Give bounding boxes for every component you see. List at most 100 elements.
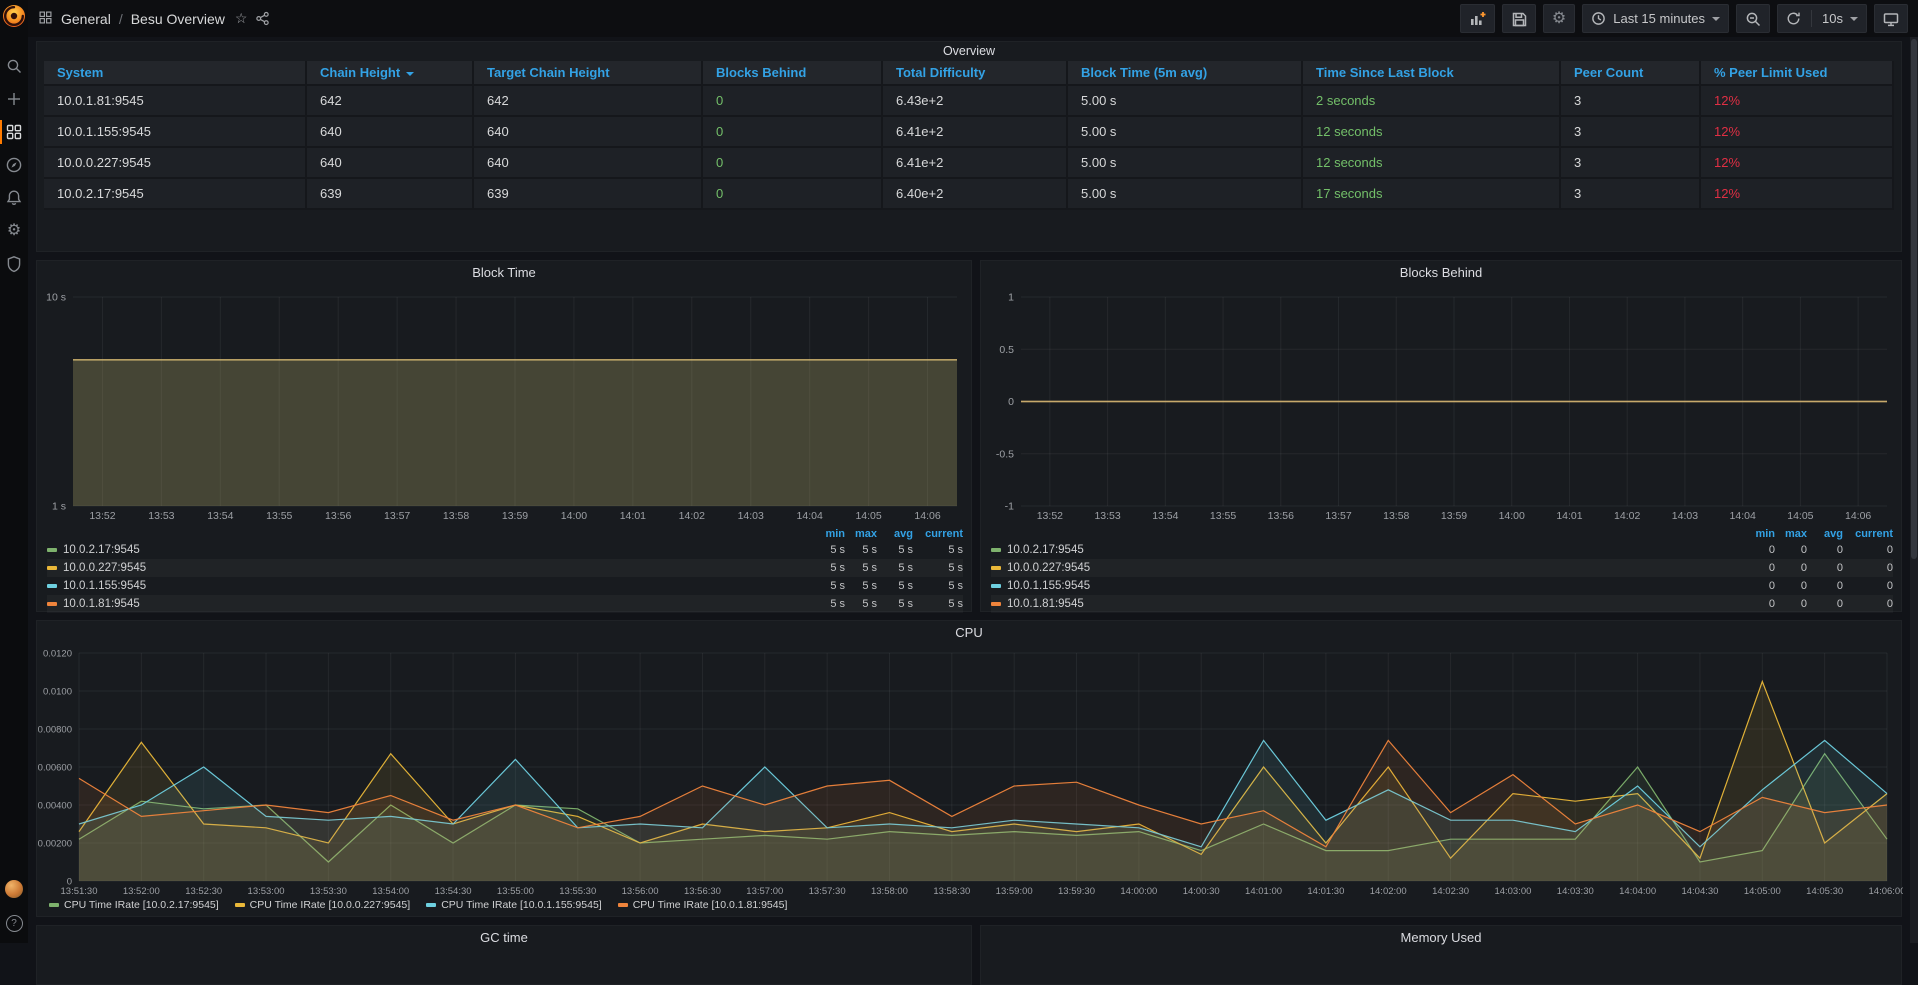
svg-text:13:53: 13:53 [1094, 510, 1120, 522]
column-header[interactable]: System [44, 61, 307, 86]
table-cell: 6.41e+2 [883, 117, 1068, 148]
column-header[interactable]: Time Since Last Block [1303, 61, 1561, 86]
plus-icon[interactable] [0, 89, 28, 109]
legend-stat-value: 0 [1735, 580, 1775, 592]
blocks-behind-legend: minmaxavgcurrent10.0.2.17:9545000010.0.0… [991, 527, 1893, 613]
panel-title[interactable]: Blocks Behind [981, 261, 1901, 285]
toolbar: ⚙ Last 15 minutes 10s [1453, 4, 1908, 33]
block-time-legend: minmaxavgcurrent10.0.2.17:95455 s5 s5 s5… [47, 527, 963, 613]
scrollbar-thumb[interactable] [1911, 39, 1917, 559]
svg-text:14:03: 14:03 [738, 510, 764, 522]
svg-text:1: 1 [1008, 292, 1014, 304]
panel-title[interactable]: Block Time [37, 261, 971, 285]
legend-series-label[interactable]: 10.0.2.17:9545 [47, 544, 805, 556]
save-icon[interactable] [1502, 4, 1536, 33]
svg-text:13:54:00: 13:54:00 [372, 886, 409, 897]
svg-text:14:05: 14:05 [855, 510, 881, 522]
zoom-out-button[interactable] [1736, 4, 1770, 33]
add-panel-button[interactable] [1460, 4, 1495, 33]
column-header[interactable]: Total Difficulty [883, 61, 1068, 86]
legend-series-label[interactable]: 10.0.0.227:9545 [991, 562, 1735, 574]
legend-series-label[interactable]: 10.0.1.155:9545 [991, 580, 1735, 592]
legend-series-label[interactable]: 10.0.0.227:9545 [47, 562, 805, 574]
table-cell: 6.41e+2 [883, 148, 1068, 179]
time-range-picker[interactable]: Last 15 minutes [1582, 4, 1729, 33]
svg-text:13:59: 13:59 [502, 510, 528, 522]
panel-title[interactable]: Memory Used [981, 926, 1901, 950]
table-cell: 10.0.1.81:9545 [44, 86, 307, 117]
dashboard-title[interactable]: Besu Overview [131, 11, 225, 27]
legend-stat-column[interactable]: max [845, 528, 877, 540]
block-time-chart[interactable]: 13:5213:5313:5413:5513:5613:5713:5813:59… [37, 285, 973, 525]
table-cell: 0 [703, 86, 883, 117]
legend-series-label[interactable]: 10.0.1.81:9545 [991, 598, 1735, 610]
legend-stat-value: 0 [1807, 544, 1843, 556]
search-icon[interactable] [0, 56, 28, 76]
svg-text:13:56: 13:56 [325, 510, 351, 522]
column-header[interactable]: Blocks Behind [703, 61, 883, 86]
legend-swatch [47, 584, 57, 588]
legend-series-label[interactable]: 10.0.2.17:9545 [991, 544, 1735, 556]
legend-stat-column[interactable]: avg [1807, 528, 1843, 540]
sidebar-bottom: ? [0, 879, 28, 943]
legend-series-label[interactable]: CPU Time IRate [10.0.0.227:9545] [235, 899, 411, 911]
dashboards-grid-icon[interactable] [0, 122, 28, 142]
cycle-view-button[interactable] [1874, 4, 1908, 33]
legend-stat-column[interactable]: avg [877, 528, 913, 540]
chevron-down-icon [1712, 17, 1720, 21]
bell-icon[interactable] [0, 188, 28, 208]
sidebar-menu: ⚙ [0, 56, 28, 274]
legend-stat-value: 5 s [913, 544, 963, 556]
legend-series-label[interactable]: CPU Time IRate [10.0.1.81:9545] [618, 899, 788, 911]
table-cell: 5.00 s [1068, 86, 1303, 117]
legend-stat-column[interactable]: min [805, 528, 845, 540]
scrollbar[interactable] [1910, 37, 1918, 943]
column-header[interactable]: Peer Count [1561, 61, 1701, 86]
question-circle-icon[interactable]: ? [0, 913, 28, 933]
settings-gear-icon[interactable]: ⚙ [1543, 4, 1575, 33]
avatar[interactable] [0, 879, 28, 899]
shield-icon[interactable] [0, 254, 28, 274]
compass-icon[interactable] [0, 155, 28, 175]
legend-series-label[interactable]: CPU Time IRate [10.0.2.17:9545] [49, 899, 219, 911]
refresh-interval-label: 10s [1822, 11, 1843, 26]
cpu-chart[interactable]: 13:51:3013:52:0013:52:3013:53:0013:53:30… [37, 645, 1903, 899]
legend-stat-value: 0 [1843, 580, 1893, 592]
grafana-logo[interactable] [2, 4, 26, 28]
svg-text:13:57:30: 13:57:30 [809, 886, 846, 897]
column-header[interactable]: Target Chain Height [474, 61, 703, 86]
legend-series-label[interactable]: 10.0.1.155:9545 [47, 580, 805, 592]
legend-series-label[interactable]: 10.0.1.81:9545 [47, 598, 805, 610]
star-icon[interactable]: ☆ [235, 10, 248, 27]
svg-text:13:53:00: 13:53:00 [248, 886, 285, 897]
column-header[interactable]: Block Time (5m avg) [1068, 61, 1303, 86]
legend-stat-value: 5 s [877, 598, 913, 610]
panel-title[interactable]: CPU [37, 621, 1901, 645]
legend-stat-value: 5 s [877, 580, 913, 592]
svg-text:0: 0 [67, 877, 72, 888]
legend-stat-column[interactable]: max [1775, 528, 1807, 540]
clock-icon [1591, 11, 1606, 26]
breadcrumb-folder[interactable]: General [61, 11, 111, 27]
legend-stat-column[interactable]: current [913, 528, 963, 540]
table-cell: 5.00 s [1068, 117, 1303, 148]
legend-row: 10.0.0.227:95455 s5 s5 s5 s [47, 559, 963, 577]
legend-stat-column[interactable]: min [1735, 528, 1775, 540]
panel-title[interactable]: Overview [37, 42, 1901, 60]
refresh-button[interactable]: 10s [1777, 4, 1867, 33]
memory-used-panel: Memory Used [980, 925, 1902, 985]
legend-stat-value: 0 [1735, 598, 1775, 610]
sidebar: ⚙ ? [0, 0, 28, 943]
legend-series-label[interactable]: CPU Time IRate [10.0.1.155:9545] [426, 899, 602, 911]
share-icon[interactable] [255, 11, 270, 26]
svg-text:14:04: 14:04 [797, 510, 823, 522]
svg-text:0.5: 0.5 [999, 344, 1014, 356]
column-header[interactable]: Chain Height [307, 61, 474, 86]
gear-icon[interactable]: ⚙ [0, 221, 28, 241]
blocks-behind-chart[interactable]: 13:5213:5313:5413:5513:5613:5713:5813:59… [981, 285, 1903, 525]
table-cell: 3 [1561, 117, 1701, 148]
column-header[interactable]: % Peer Limit Used [1701, 61, 1894, 86]
svg-text:14:01: 14:01 [620, 510, 646, 522]
legend-stat-column[interactable]: current [1843, 528, 1893, 540]
panel-title[interactable]: GC time [37, 926, 971, 950]
